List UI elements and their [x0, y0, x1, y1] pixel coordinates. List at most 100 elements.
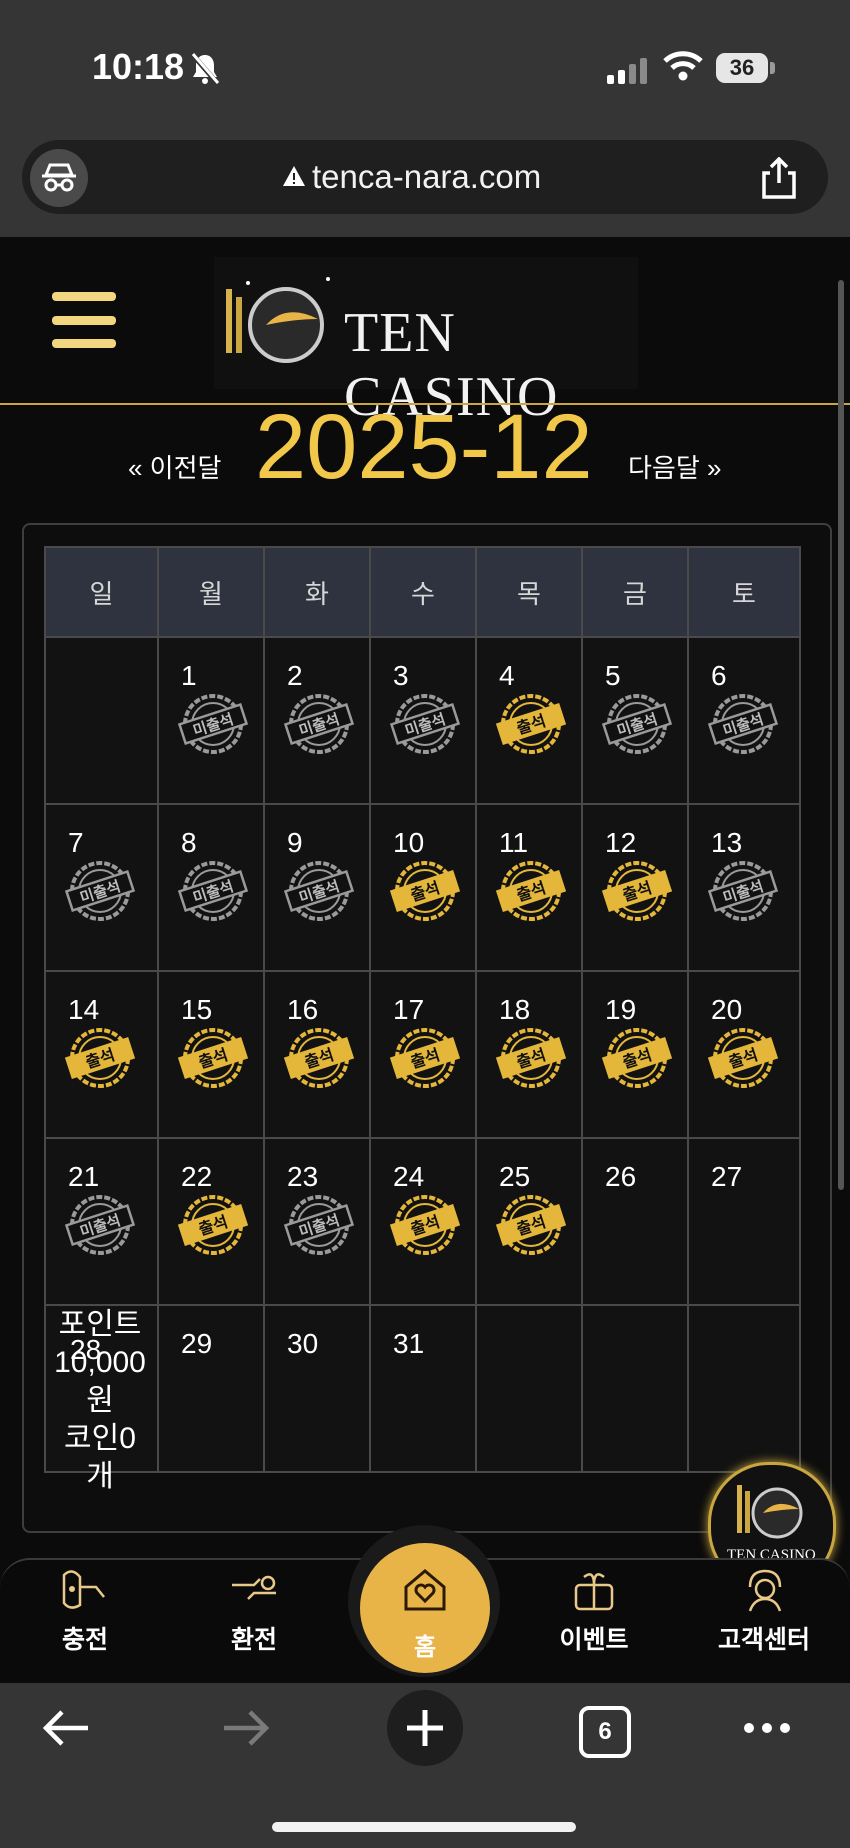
day-number: 2 — [287, 660, 303, 691]
weekday-header-row: 일 월 화 수 목 금 토 — [44, 546, 801, 638]
calendar-day-cell: 28 포인트 10,000 원 코인0 개 — [44, 1304, 159, 1493]
calendar-day-cell: 6 미출석 — [687, 636, 801, 805]
calendar-day-cell: 8 미출석 — [157, 803, 265, 972]
calendar-day-cell: 16 출석 — [263, 970, 371, 1139]
reward-summary-line: 원 — [86, 1384, 114, 1417]
stamp-label: 출석 — [514, 1045, 548, 1072]
calendar-week-row: 14 출석 15 출석 16 출석 17 출석 18 출석 19 출석 20 출석 — [44, 970, 801, 1139]
tabs-button[interactable]: 6 — [579, 1706, 631, 1758]
calendar-day-cell: 4 출석 — [475, 636, 583, 805]
calendar-day-cell: 29 — [157, 1304, 265, 1473]
charge-icon — [62, 1570, 105, 1609]
calendar-day-cell: 12 출석 — [581, 803, 689, 972]
attended-stamp: 출석 — [177, 1195, 249, 1255]
stamp-label: 출석 — [514, 711, 548, 738]
stamp-label: 출석 — [620, 878, 654, 905]
day-number: 10 — [393, 827, 425, 858]
site-logo[interactable]: TEN CASINO — [214, 257, 638, 428]
day-number: 3 — [393, 660, 409, 691]
calendar-day-cell: 15 출석 — [157, 970, 265, 1139]
calendar-day-cell: 14 출석 — [44, 970, 159, 1139]
day-number: 20 — [711, 994, 743, 1025]
reward-summary-line: 포인트 — [58, 1308, 142, 1341]
hamburger-line — [52, 292, 116, 301]
gift-icon — [574, 1573, 614, 1611]
attended-stamp: 출석 — [389, 1195, 461, 1255]
absent-stamp: 미출석 — [389, 694, 461, 754]
incognito-button[interactable] — [30, 149, 88, 207]
calendar-day-cell: 13 미출석 — [687, 803, 801, 972]
calendar-week-row: 21 미출석 22 출석 23 미출석 24 출석 25 출석 26 27 — [44, 1137, 801, 1306]
new-tab-button[interactable] — [387, 1690, 463, 1766]
calendar-empty-cell — [581, 1304, 689, 1473]
calendar-day-cell: 26 — [581, 1137, 689, 1306]
menu-button[interactable] — [52, 292, 116, 348]
reward-summary-line: 개 — [86, 1460, 114, 1493]
wifi-icon — [663, 51, 703, 81]
attended-stamp: 출석 — [707, 1028, 779, 1088]
calendar-day-cell: 23 미출석 — [263, 1137, 371, 1306]
calendar-day-cell: 21 미출석 — [44, 1137, 159, 1306]
support-icon — [748, 1569, 782, 1612]
absent-stamp: 미출석 — [601, 694, 673, 754]
weekday-sun: 일 — [44, 546, 159, 638]
day-number: 24 — [393, 1161, 425, 1192]
nav-home-label: 홈 — [413, 1634, 437, 1661]
prev-month-link[interactable]: « 이전달 — [128, 448, 221, 485]
calendar-day-cell: 9 미출석 — [263, 803, 371, 972]
calendar-day-cell: 3 미출석 — [369, 636, 477, 805]
scrollbar[interactable] — [838, 280, 844, 1190]
nav-exchange[interactable]: 환전 — [189, 1620, 319, 1656]
day-number: 9 — [287, 827, 303, 858]
share-icon[interactable] — [760, 157, 798, 199]
day-number: 29 — [181, 1328, 213, 1359]
day-number: 21 — [68, 1161, 100, 1192]
home-heart-icon — [404, 1569, 446, 1611]
calendar-day-cell: 19 출석 — [581, 970, 689, 1139]
nav-support[interactable]: 고객센터 — [699, 1620, 829, 1656]
hamburger-line — [52, 316, 116, 325]
plus-icon — [407, 1710, 443, 1746]
calendar-week-row: 7 미출석 8 미출석 9 미출석 10 출석 11 출석 12 출석 13 미출석 — [44, 803, 801, 972]
calendar-day-cell: 2 미출석 — [263, 636, 371, 805]
stamp-label: 출석 — [514, 878, 548, 905]
absent-stamp: 미출석 — [177, 694, 249, 754]
absent-stamp: 미출석 — [283, 1195, 355, 1255]
cellular-signal-icon — [607, 58, 647, 84]
stamp-label: 출석 — [196, 1045, 230, 1072]
attended-stamp: 출석 — [389, 1028, 461, 1088]
day-number: 1 — [181, 660, 197, 691]
weekday-mon: 월 — [157, 546, 265, 638]
next-month-link[interactable]: 다음달 » — [628, 448, 721, 485]
day-number: 7 — [68, 827, 84, 858]
nav-charge[interactable]: 충전 — [20, 1620, 150, 1656]
attended-stamp: 출석 — [495, 1195, 567, 1255]
weekday-fri: 금 — [581, 546, 689, 638]
absent-stamp: 미출석 — [707, 861, 779, 921]
calendar-day-cell: 10 출석 — [369, 803, 477, 972]
current-month-title: 2025-12 — [255, 396, 593, 498]
stamp-label: 출석 — [408, 1045, 442, 1072]
battery-indicator: 36 — [716, 53, 768, 83]
exchange-icon — [232, 1575, 276, 1600]
back-arrow-icon[interactable] — [40, 1708, 92, 1748]
forward-arrow-icon[interactable] — [220, 1708, 272, 1748]
day-number: 5 — [605, 660, 621, 691]
calendar-day-cell: 18 출석 — [475, 970, 583, 1139]
calendar-day-cell: 17 출석 — [369, 970, 477, 1139]
attended-stamp: 출석 — [601, 861, 673, 921]
more-icon[interactable] — [742, 1720, 792, 1736]
reward-summary: 포인트 10,000 원 코인0 개 — [46, 1306, 154, 1496]
day-number: 25 — [499, 1161, 531, 1192]
calendar-week-row: 28 포인트 10,000 원 코인0 개 29 30 31 — [44, 1304, 801, 1493]
calendar-day-cell: 22 출석 — [157, 1137, 265, 1306]
url-text[interactable]: tenca-nara.com — [312, 158, 541, 196]
attendance-calendar: 일 월 화 수 목 금 토 1 미출석 2 미출석 3 미출석 4 출석 5 미출석 6 미출석 7 미출… — [44, 546, 801, 1493]
absent-stamp: 미출석 — [707, 694, 779, 754]
nav-event[interactable]: 이벤트 — [529, 1620, 659, 1656]
status-time: 10:18 — [92, 46, 185, 87]
day-number: 27 — [711, 1161, 743, 1192]
day-number: 26 — [605, 1161, 637, 1192]
reward-summary-line: 코인0 — [64, 1422, 136, 1455]
calendar-empty-cell — [44, 636, 159, 805]
